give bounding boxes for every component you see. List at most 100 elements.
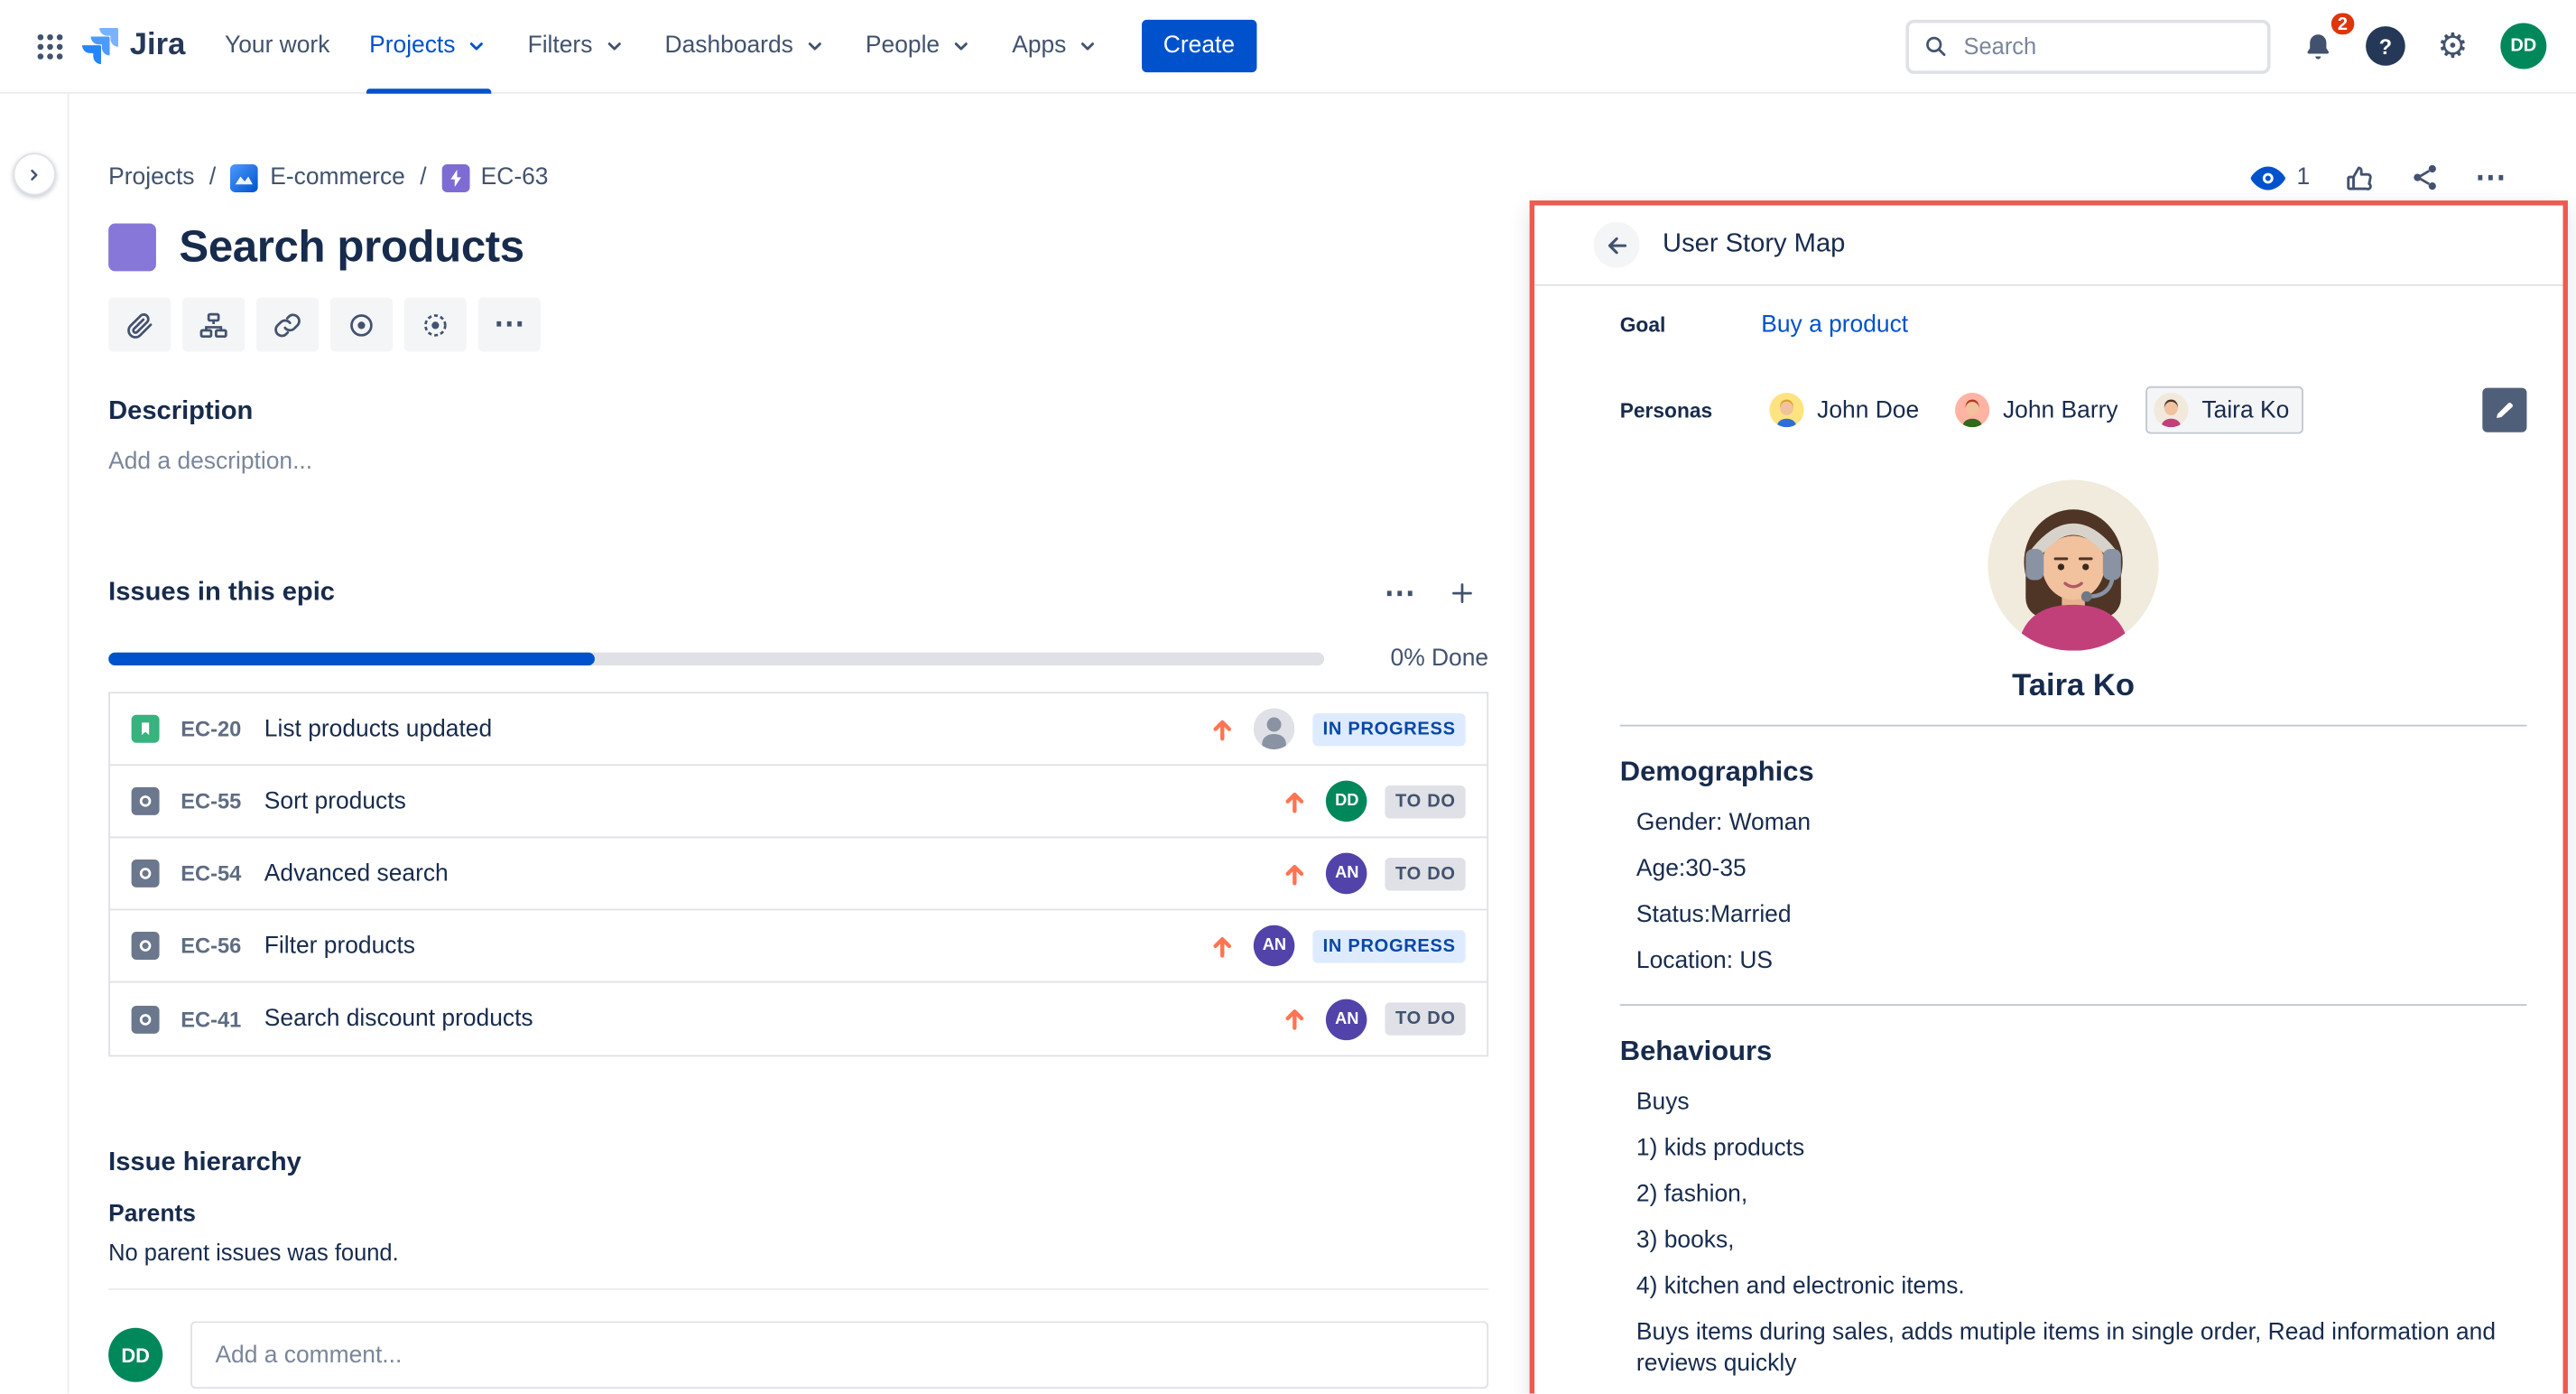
goal-label: Goal <box>1620 314 1762 337</box>
behaviour-line: Buys items during sales, adds mutiple it… <box>1636 1318 2527 1380</box>
priority-up-icon <box>1209 716 1236 742</box>
focus-button[interactable] <box>404 297 467 351</box>
issue-row[interactable]: EC-55 Sort products DD TO DO <box>110 766 1487 838</box>
share-icon <box>2410 163 2440 192</box>
page-title: Search products <box>179 222 524 273</box>
breadcrumb-separator: / <box>420 164 426 191</box>
grid-icon <box>35 32 63 60</box>
add-issue-button[interactable] <box>1436 567 1488 619</box>
user-avatar[interactable]: DD <box>2500 23 2546 69</box>
search-icon <box>1923 33 1947 59</box>
persona-chip-john-doe[interactable]: John Doe <box>1761 386 1933 434</box>
settings-button[interactable]: ⚙ <box>2426 20 2479 72</box>
epic-issues-heading: Issues in this epic <box>108 579 335 609</box>
jira-page: Jira Your work Projects Filters Dashboar… <box>0 0 2576 1394</box>
toolbar-more-button[interactable]: ⋯ <box>478 297 541 351</box>
nav-dashboards[interactable]: Dashboards <box>645 0 846 93</box>
notifications-button[interactable]: 2 <box>2292 20 2344 72</box>
jira-logo[interactable]: Jira <box>82 28 185 64</box>
goal-row: Goal Buy a product <box>1620 312 2527 339</box>
persona-avatar-icon <box>2154 393 2189 427</box>
like-button[interactable] <box>2333 151 2386 203</box>
share-button[interactable] <box>2398 151 2451 203</box>
issue-type-icon <box>132 860 160 888</box>
behaviour-line: 1) kids products <box>1636 1134 2527 1166</box>
edit-personas-button[interactable] <box>2482 388 2526 432</box>
nav-apps[interactable]: Apps <box>992 0 1118 93</box>
watch-button[interactable]: 1 <box>2241 163 2321 192</box>
issue-type-icon <box>132 787 160 815</box>
status-badge[interactable]: TO DO <box>1385 785 1466 817</box>
chevron-down-icon <box>465 34 487 57</box>
progress-bar-fill <box>108 653 595 666</box>
description-heading: Description <box>108 397 1488 427</box>
comment-composer: DD <box>108 1321 1488 1389</box>
issue-row[interactable]: EC-20 List products updated IN PROGRESS <box>110 693 1487 766</box>
status-badge[interactable]: TO DO <box>1385 857 1466 889</box>
issue-key-link[interactable]: EC-56 <box>181 934 241 958</box>
personas-row: Personas John Doe John Barry Taira Ko <box>1620 386 2527 434</box>
attach-button[interactable] <box>108 297 171 351</box>
behaviours-heading: Behaviours <box>1620 1036 2527 1068</box>
nav-people[interactable]: People <box>846 0 992 93</box>
progress-bar-track <box>108 653 1324 666</box>
issue-row[interactable]: EC-56 Filter products AN IN PROGRESS <box>110 910 1487 982</box>
issue-key-link[interactable]: EC-20 <box>181 717 241 741</box>
demographic-line: Age:30-35 <box>1636 855 2527 887</box>
assignee-avatar: AN <box>1254 925 1295 967</box>
persona-chip-taira-ko[interactable]: Taira Ko <box>2146 386 2304 434</box>
scope-button[interactable] <box>330 297 393 351</box>
status-badge[interactable]: IN PROGRESS <box>1313 712 1466 745</box>
nav-your-work[interactable]: Your work <box>205 0 349 93</box>
hierarchy-icon <box>199 310 228 339</box>
description-placeholder[interactable]: Add a description... <box>108 449 1488 475</box>
more-actions-button[interactable]: ⋯ <box>2464 151 2516 203</box>
priority-up-icon <box>1282 860 1308 887</box>
panel-title: User Story Map <box>1663 230 1845 260</box>
issue-key-link[interactable]: EC-41 <box>181 1007 241 1031</box>
global-search <box>1905 19 2270 73</box>
panel-divider <box>1620 1004 2527 1006</box>
epic-type-icon <box>441 163 469 191</box>
epic-issue-list: EC-20 List products updated IN PROGRESS … <box>108 692 1488 1056</box>
watch-count: 1 <box>2296 164 2310 191</box>
issue-row[interactable]: EC-54 Advanced search AN TO DO <box>110 838 1487 910</box>
assignee-avatar: AN <box>1327 999 1368 1040</box>
breadcrumb-issue-key[interactable]: EC-63 <box>441 163 549 191</box>
app-switcher-button[interactable] <box>23 20 75 72</box>
thumbs-up-icon <box>2344 162 2376 193</box>
sidebar-expand-button[interactable] <box>14 153 56 195</box>
breadcrumb-project[interactable]: E-commerce <box>231 163 405 191</box>
nav-projects[interactable]: Projects <box>349 0 507 93</box>
breadcrumb-projects[interactable]: Projects <box>108 164 194 191</box>
status-badge[interactable]: IN PROGRESS <box>1313 929 1466 962</box>
notification-count-badge: 2 <box>2328 10 2358 38</box>
behaviour-line: 3) books, <box>1636 1226 2527 1258</box>
add-child-issue-button[interactable] <box>182 297 245 351</box>
assignee-avatar: DD <box>1327 781 1368 822</box>
search-input[interactable] <box>1960 32 2253 61</box>
epic-issues-more-button[interactable]: ⋯ <box>1374 567 1426 619</box>
hierarchy-heading: Issue hierarchy <box>108 1148 1488 1178</box>
persona-name: Taira Ko <box>1620 669 2527 705</box>
comment-input[interactable] <box>190 1321 1488 1389</box>
issue-row[interactable]: EC-41 Search discount products AN TO DO <box>110 982 1487 1055</box>
issue-key-link[interactable]: EC-54 <box>181 861 241 886</box>
gear-icon: ⚙ <box>2437 29 2468 63</box>
comment-avatar: DD <box>108 1328 162 1382</box>
paperclip-icon <box>125 310 154 339</box>
goal-link[interactable]: Buy a product <box>1761 312 1908 339</box>
link-issue-button[interactable] <box>256 297 319 351</box>
help-button[interactable]: ? <box>2366 26 2405 66</box>
back-button[interactable] <box>1594 222 1640 268</box>
issue-key-link[interactable]: EC-55 <box>181 789 241 813</box>
status-badge[interactable]: TO DO <box>1385 1002 1466 1035</box>
target-icon <box>347 310 376 339</box>
demographic-line: Location: US <box>1636 946 2527 978</box>
chevron-right-icon <box>24 163 44 185</box>
persona-chip-john-barry[interactable]: John Barry <box>1947 386 2133 434</box>
bell-icon <box>2302 29 2334 63</box>
primary-nav: Your work Projects Filters Dashboards Pe… <box>205 0 1118 93</box>
create-button[interactable]: Create <box>1142 20 1256 72</box>
nav-filters[interactable]: Filters <box>508 0 645 93</box>
